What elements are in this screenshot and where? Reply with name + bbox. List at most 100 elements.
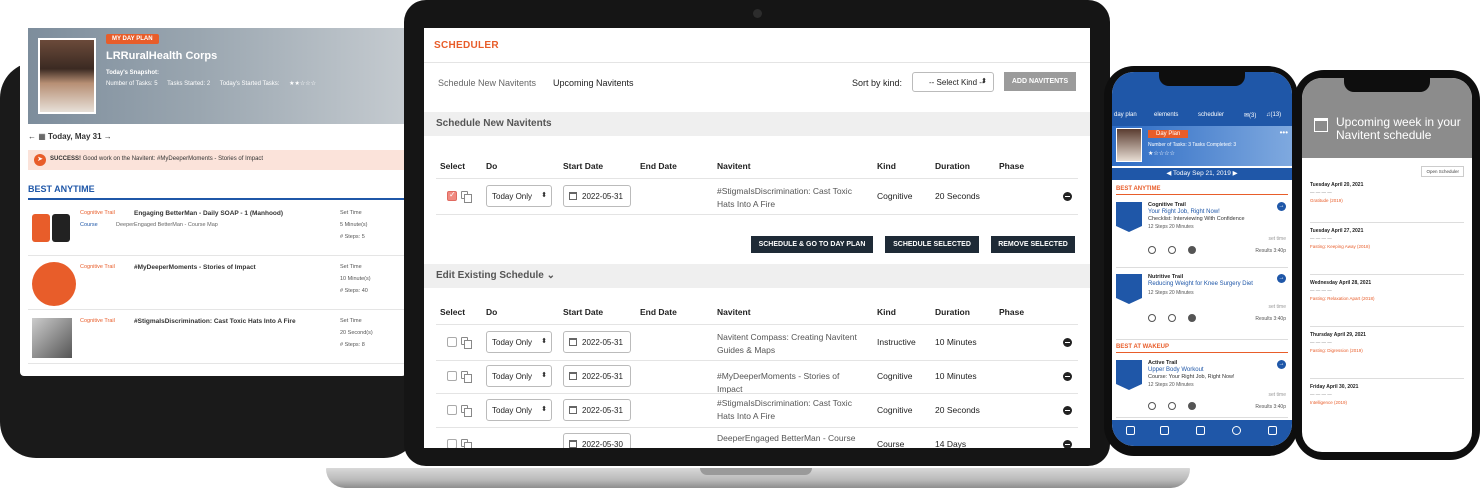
arrow-left-icon[interactable]: ← [28, 132, 36, 141]
row-checkbox[interactable] [447, 371, 457, 381]
undo-icon[interactable] [1148, 402, 1156, 410]
set-time[interactable]: Set Time [340, 210, 362, 216]
start-date-input[interactable]: 2022-05-30 [563, 433, 631, 448]
do-select[interactable]: Today Only ⬍ [486, 365, 552, 387]
nav-elements[interactable]: elements [1154, 112, 1178, 118]
date-nav[interactable]: ← ▦ Today, May 31 → [28, 132, 112, 141]
set-time[interactable]: set time [1268, 304, 1286, 310]
do-select[interactable]: Today Only ⬍ [486, 185, 552, 207]
do-select[interactable]: Today Only ⬍ [486, 399, 552, 421]
duration: 10 Minute(s) [340, 276, 371, 282]
day-highlight[interactable]: Gratitude (2019) [1310, 198, 1343, 203]
arrow-right-icon[interactable]: → [1277, 274, 1286, 283]
more-icon[interactable]: ••• [1280, 128, 1288, 137]
arrow-right-icon[interactable]: → [1277, 202, 1286, 211]
day-plan-tab-icon[interactable] [1126, 426, 1135, 435]
day-highlight[interactable]: Fasting: Digression (2019) [1310, 348, 1363, 353]
kind-select[interactable]: -- Select Kind -- ⬍ [912, 72, 994, 92]
duration-value: 10 Minutes [935, 337, 977, 347]
date-bar[interactable]: ◀ Today Sep 21, 2019 ▶ [1112, 168, 1292, 180]
set-time[interactable]: set time [1268, 392, 1286, 398]
list-item[interactable]: Cognitive Trail #StigmaIsDiscrimination:… [28, 312, 406, 364]
schedule-go-button[interactable]: SCHEDULE & GO TO DAY PLAN [751, 236, 873, 253]
open-scheduler-button[interactable]: Open Scheduler [1421, 166, 1464, 177]
set-time[interactable]: Set Time [340, 318, 362, 324]
email-title: Upcoming week in your Navitent schedule [1336, 115, 1461, 142]
trash-icon[interactable] [1188, 402, 1196, 410]
add-navitents-button[interactable]: ADD NAVITENTS [1004, 72, 1076, 91]
section-divider [1116, 194, 1288, 195]
undo-icon[interactable] [1148, 314, 1156, 322]
start-date-input[interactable]: 2022-05-31 [563, 185, 631, 207]
inbox-icon[interactable]: ✉(3) [1244, 112, 1256, 119]
remove-icon[interactable] [1063, 338, 1072, 347]
copy-icon[interactable] [461, 439, 472, 448]
start-date-input[interactable]: 2022-05-31 [563, 399, 631, 421]
item-title[interactable]: #StigmaIsDiscrimination: Cast Toxic Hats… [134, 318, 296, 325]
set-time[interactable]: set time [1268, 236, 1286, 242]
copy-icon[interactable] [461, 191, 472, 203]
list-item[interactable]: Cognitive Trail Engaging BetterMan - Dai… [28, 204, 406, 256]
copy-icon[interactable] [461, 405, 472, 417]
section-edit-existing[interactable]: Edit Existing Schedule ⌄ [424, 264, 1090, 288]
copy-icon[interactable] [461, 371, 472, 383]
row-checkbox[interactable] [447, 439, 457, 448]
day-highlight[interactable]: Fasting: Relaxation Apart (2018) [1310, 296, 1375, 301]
duration-value: 10 Minutes [935, 371, 977, 381]
more-tab-icon[interactable] [1268, 426, 1277, 435]
tab-upcoming[interactable]: Upcoming Navitents [553, 78, 634, 88]
list-item[interactable]: Nutritive Trail Reducing Weight for Knee… [1116, 270, 1288, 340]
item-title[interactable]: Reducing Weight for Knee Surgery Diet [1148, 281, 1253, 287]
nav-day-plan[interactable]: day plan [1114, 112, 1137, 118]
item-title[interactable]: #MyDeeperMoments - Stories of Impact [134, 264, 256, 271]
remove-icon[interactable] [1063, 440, 1072, 448]
day-highlight[interactable]: Fasting: Keeping Away (2018) [1310, 244, 1370, 249]
day-highlight[interactable]: Intelligence (2019) [1310, 400, 1347, 405]
start-date-input[interactable]: 2022-05-31 [563, 365, 631, 387]
arrow-right-icon[interactable]: → [104, 132, 112, 141]
share-tab-icon[interactable] [1196, 426, 1205, 435]
item-title[interactable]: Engaging BetterMan - Daily SOAP - 1 (Man… [134, 210, 283, 217]
undo-icon[interactable] [1148, 246, 1156, 254]
library-tab-icon[interactable] [1160, 426, 1169, 435]
remove-icon[interactable] [1063, 192, 1072, 201]
trash-icon[interactable] [1188, 314, 1196, 322]
item-title[interactable]: Upper Body Workout [1148, 367, 1204, 373]
stars-icon: ★☆☆☆☆ [1148, 151, 1175, 157]
do-select[interactable]: Today Only ⬍ [486, 331, 552, 353]
repeat-icon[interactable] [1168, 402, 1176, 410]
list-item[interactable]: Cognitive Trail #MyDeeperMoments - Stori… [28, 258, 406, 310]
repeat-icon[interactable] [1168, 246, 1176, 254]
remove-icon[interactable] [1063, 372, 1072, 381]
row-checkbox[interactable] [447, 190, 457, 201]
remove-selected-button[interactable]: REMOVE SELECTED [991, 236, 1075, 253]
row-checkbox[interactable] [447, 405, 457, 415]
steps: # Steps: 5 [340, 234, 365, 240]
arrow-right-icon[interactable]: ▶ [1233, 170, 1238, 177]
duration-value: 20 Seconds [935, 405, 980, 415]
arrow-right-icon[interactable]: → [1277, 360, 1286, 369]
tab-schedule-new[interactable]: Schedule New Navitents [438, 78, 536, 88]
remove-icon[interactable] [1063, 406, 1072, 415]
set-time[interactable]: Set Time [340, 264, 362, 270]
trash-icon[interactable] [1188, 246, 1196, 254]
item-title[interactable]: Your Right Job, Right Now! [1148, 209, 1220, 215]
search-tab-icon[interactable] [1232, 426, 1241, 435]
repeat-icon[interactable] [1168, 314, 1176, 322]
row-checkbox[interactable] [447, 337, 457, 347]
steps: 12 Steps 20 Minutes [1148, 224, 1194, 230]
list-item[interactable]: Cognitive Trail Your Right Job, Right No… [1116, 198, 1288, 268]
arrow-left-icon[interactable]: ◀ [1166, 170, 1173, 177]
thumbnail [32, 262, 76, 306]
list-item[interactable]: Active Trail Upper Body Workout Course: … [1116, 356, 1288, 418]
laptop-notch [700, 468, 812, 475]
schedule-selected-button[interactable]: SCHEDULE SELECTED [885, 236, 979, 253]
nav-scheduler[interactable]: scheduler [1198, 112, 1224, 118]
trail-logo [1116, 274, 1142, 304]
copy-icon[interactable] [461, 337, 472, 349]
kind-label: Cognitive Trail [80, 264, 115, 270]
start-date-input[interactable]: 2022-05-31 [563, 331, 631, 353]
bell-icon[interactable]: ♫(13) [1266, 112, 1281, 118]
kind-value: Cognitive [877, 191, 913, 201]
item-desc: Checklist: Interviewing With Confidence [1148, 216, 1245, 222]
